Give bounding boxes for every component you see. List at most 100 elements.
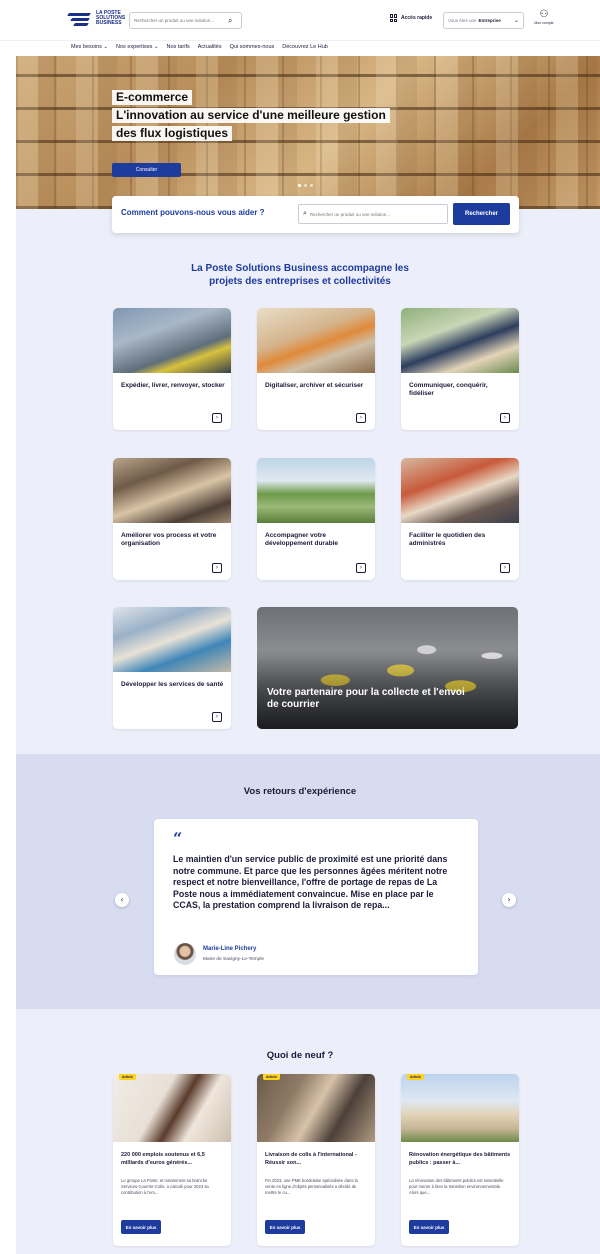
card-title: Digitaliser, archiver et sécuriser xyxy=(265,382,364,389)
card-image xyxy=(113,607,231,672)
read-more-button[interactable]: En savoir plus xyxy=(121,1220,161,1234)
quick-access-label: Accès rapide xyxy=(401,15,433,21)
news-card-text: Le groupe La Poste, et notamment sa bran… xyxy=(121,1178,209,1195)
card-title: Développer les services de santé xyxy=(121,681,224,688)
read-more-button[interactable]: En savoir plus xyxy=(409,1220,449,1234)
hero-consult-button[interactable]: Consulter xyxy=(112,163,181,177)
logo-bird-icon xyxy=(67,12,92,26)
news-card-title[interactable]: Livraison de colis à l'international - R… xyxy=(265,1152,369,1167)
card-title: Faciliter le quotidien des administrés xyxy=(409,532,486,547)
testimonial-author-role: Maire de Savigny-Le-Temple xyxy=(203,957,265,962)
solution-card-digitaliser[interactable]: Digitaliser, archiver et sécuriser › xyxy=(257,308,375,430)
card-image xyxy=(113,458,231,523)
solution-card-administres[interactable]: Faciliter le quotidien des administrés › xyxy=(401,458,519,580)
testimonial-card: “ Le maintien d'un service public de pro… xyxy=(154,819,478,975)
card-image xyxy=(257,458,375,523)
solution-card-expedier[interactable]: Expédier, livrer, renvoyer, stocker › xyxy=(113,308,231,430)
main-nav: Mes besoins ⌄ Nos expertises ⌄ Nos tarif… xyxy=(0,40,600,56)
hero-title-line-3: des flux logistiques xyxy=(112,126,233,141)
carousel-dot-2[interactable] xyxy=(304,184,307,187)
help-search-box: Comment pouvons-nous vous aider ? ⌕ Rech… xyxy=(112,196,519,233)
profile-select[interactable]: Vous êtes une Entreprise ⌄ xyxy=(443,12,524,29)
news-card-text: Fin 2023, une PME bordelaise spécialisée… xyxy=(265,1178,358,1195)
card-image xyxy=(401,458,519,523)
arrow-right-icon[interactable]: › xyxy=(212,413,222,423)
help-search-button[interactable]: Rechercher xyxy=(453,203,510,225)
profile-prefix: Vous êtes une xyxy=(448,18,477,23)
nav-item-actualites[interactable]: Actualités xyxy=(198,44,222,50)
arrow-right-icon[interactable]: › xyxy=(356,563,366,573)
courrier-card-title: Votre partenaire pour la collecte et l'e… xyxy=(267,687,465,710)
nav-item-qui-sommes-nous[interactable]: Qui sommes-nous xyxy=(230,44,275,50)
intro-line-1: La Poste Solutions Business accompagne l… xyxy=(191,263,409,274)
user-icon: ⚇ xyxy=(539,9,549,20)
news-title: Quoi de neuf ? xyxy=(266,1050,334,1061)
search-icon[interactable]: ⌕ xyxy=(228,16,232,26)
nav-item-expertises[interactable]: Nos expertises ⌄ xyxy=(116,44,159,50)
nav-item-tarifs[interactable]: Nos tarifs xyxy=(167,44,190,50)
testimonial-prev-button[interactable]: ‹ xyxy=(115,893,129,907)
hero-title-line-1: E-commerce xyxy=(112,90,193,105)
site-header: LA POSTE SOLUTIONS BUSINESS ⌕ Accès rapi… xyxy=(0,0,600,40)
arrow-right-icon[interactable]: › xyxy=(356,413,366,423)
hero-title: E-commerce L'innovation au service d'une… xyxy=(112,88,390,142)
news-image xyxy=(257,1074,375,1142)
search-icon: ⌕ xyxy=(303,210,307,217)
news-card-title[interactable]: 220 000 emplois soutenus et 6,5 milliard… xyxy=(121,1152,225,1167)
chevron-down-icon: ⌄ xyxy=(513,18,519,24)
read-more-button[interactable]: En savoir plus xyxy=(265,1220,305,1234)
news-image xyxy=(113,1074,231,1142)
nav-item-besoins[interactable]: Mes besoins ⌄ xyxy=(71,44,108,50)
card-image xyxy=(113,308,231,373)
help-search-field[interactable]: ⌕ xyxy=(298,204,448,224)
hero-title-line-2: L'innovation au service d'une meilleure … xyxy=(112,108,390,123)
card-title: Accompagner votre développement durable xyxy=(265,532,338,547)
article-badge: Article xyxy=(407,1074,424,1080)
card-title: Expédier, livrer, renvoyer, stocker xyxy=(121,382,225,389)
help-search-input[interactable] xyxy=(309,211,440,217)
card-image xyxy=(401,308,519,373)
news-card-emplois[interactable]: Article 220 000 emplois soutenus et 6,5 … xyxy=(113,1074,231,1246)
help-question: Comment pouvons-nous vous aider ? xyxy=(121,208,265,217)
solution-card-sante[interactable]: Développer les services de santé › xyxy=(113,607,231,729)
solution-card-communiquer[interactable]: Communiquer, conquérir, fidéliser › xyxy=(401,308,519,430)
news-card-livraison[interactable]: Article Livraison de colis à l'internati… xyxy=(257,1074,375,1246)
carousel-dots xyxy=(298,184,313,187)
news-card-renovation[interactable]: Article Rénovation énergétique des bâtim… xyxy=(401,1074,519,1246)
solution-card-durable[interactable]: Accompagner votre développement durable … xyxy=(257,458,375,580)
news-image xyxy=(401,1074,519,1142)
carousel-dot-3[interactable] xyxy=(310,184,313,187)
account-button[interactable]: ⚇ Mon compte xyxy=(534,9,554,25)
intro-line-2: projets des entreprises et collectivités xyxy=(209,276,391,287)
testimonials-title: Vos retours d'expérience xyxy=(243,786,357,797)
header-search-input[interactable] xyxy=(134,18,228,23)
account-label: Mon compte xyxy=(534,21,554,25)
intro-title: La Poste Solutions Business accompagne l… xyxy=(0,262,600,288)
profile-value: Entreprise xyxy=(478,18,501,23)
grid-icon xyxy=(390,14,398,22)
nav-item-hub[interactable]: Découvrez Le Hub xyxy=(282,44,328,50)
card-title: Améliorer vos process et votre organisat… xyxy=(121,532,217,547)
news-card-text: La rénovation des bâtiments publics est … xyxy=(409,1178,504,1195)
testimonial-quote: Le maintien d'un service public de proxi… xyxy=(173,854,448,911)
quick-access-button[interactable]: Accès rapide xyxy=(390,14,432,22)
quote-icon: “ xyxy=(173,829,183,848)
courrier-feature-card[interactable]: Votre partenaire pour la collecte et l'e… xyxy=(257,607,518,729)
news-card-title[interactable]: Rénovation énergétique des bâtiments pub… xyxy=(409,1152,513,1167)
arrow-right-icon[interactable]: › xyxy=(212,563,222,573)
arrow-right-icon[interactable]: › xyxy=(500,563,510,573)
carousel-dot-1[interactable] xyxy=(298,184,301,187)
avatar xyxy=(174,943,196,965)
card-title: Communiquer, conquérir, fidéliser xyxy=(409,382,488,397)
solution-card-process[interactable]: Améliorer vos process et votre organisat… xyxy=(113,458,231,580)
arrow-right-icon[interactable]: › xyxy=(500,413,510,423)
logo-text: LA POSTE SOLUTIONS BUSINESS xyxy=(96,10,126,26)
card-image xyxy=(257,308,375,373)
header-search[interactable]: ⌕ xyxy=(129,12,242,29)
article-badge: Article xyxy=(119,1074,136,1080)
article-badge: Article xyxy=(263,1074,280,1080)
testimonial-next-button[interactable]: › xyxy=(502,893,516,907)
arrow-right-icon[interactable]: › xyxy=(212,712,222,722)
logo[interactable]: LA POSTE SOLUTIONS BUSINESS xyxy=(67,10,128,26)
testimonial-author-name: Marie-Line Pichery xyxy=(203,946,257,952)
